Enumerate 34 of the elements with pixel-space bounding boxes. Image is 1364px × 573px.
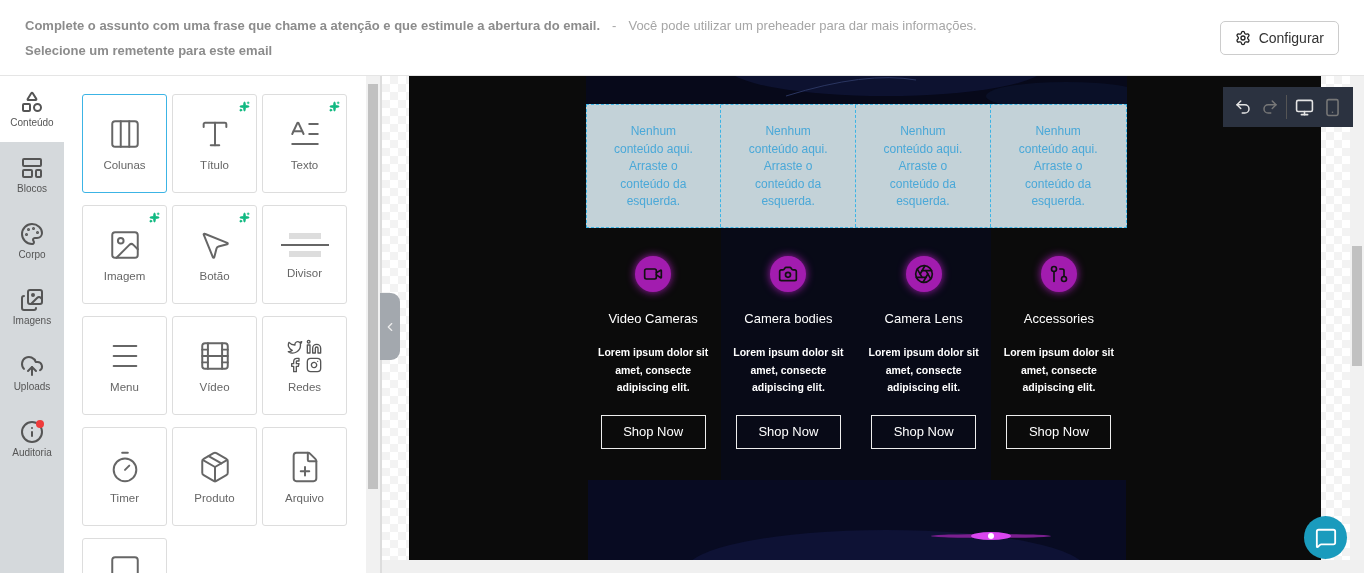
product-description: Lorem ipsum dolor sit amet, consecte adipiscing elit. [597,345,710,395]
sender-prompt[interactable]: Selecione um remetente para este email [25,42,977,58]
sidebar-tab[interactable]: Corpo [0,208,64,274]
sidebar-tab[interactable]: Uploads [0,340,64,406]
product-title: Accessories [1023,311,1094,326]
content-tile[interactable]: Vídeo [172,316,257,415]
product-description: Lorem ipsum dolor sit amet, consecte adipiscing elit. [867,345,980,395]
shop-now-button[interactable]: Shop Now [735,414,841,449]
content-tile[interactable]: Colunas [82,94,167,193]
content-tile[interactable]: Imagem [82,205,167,304]
product-title: Camera Lens [884,311,963,326]
content-tile[interactable]: Botão [172,205,257,304]
content-tile[interactable]: Produto [172,427,257,526]
content-tile[interactable]: Título [172,94,257,193]
sidebar-tab[interactable]: Conteúdo [0,76,64,142]
content-tile[interactable]: Divisor [262,205,347,304]
product-title: Video Cameras [608,311,698,326]
configure-button[interactable]: Configurar [1219,20,1339,55]
content-tile[interactable]: Menu [82,316,167,415]
subject-prompt[interactable]: Complete o assunto com uma frase que chame a atenção e que estimule a abertura do email. [25,17,601,33]
sidebar-tab[interactable]: Auditoria [0,406,64,472]
content-tile[interactable]: Arquivo [262,427,347,526]
sidebar-tab[interactable]: Blocos [0,142,64,208]
content-tile[interactable]: Timer [82,427,167,526]
product-description: Lorem ipsum dolor sit amet, consecte adipiscing elit. [1002,345,1115,395]
shop-now-button[interactable]: Shop Now [1006,414,1112,449]
shop-now-button[interactable]: Shop Now [871,414,977,449]
product-description: Lorem ipsum dolor sit amet, consecte adipiscing elit. [732,345,845,395]
sidebar-tab[interactable]: Imagens [0,274,64,340]
content-tile[interactable]: Redes [262,316,347,415]
content-tile[interactable]: Texto [262,94,347,193]
product-title: Camera bodies [744,311,833,326]
shop-now-button[interactable]: Shop Now [600,414,706,449]
separator-text: - [612,17,617,33]
